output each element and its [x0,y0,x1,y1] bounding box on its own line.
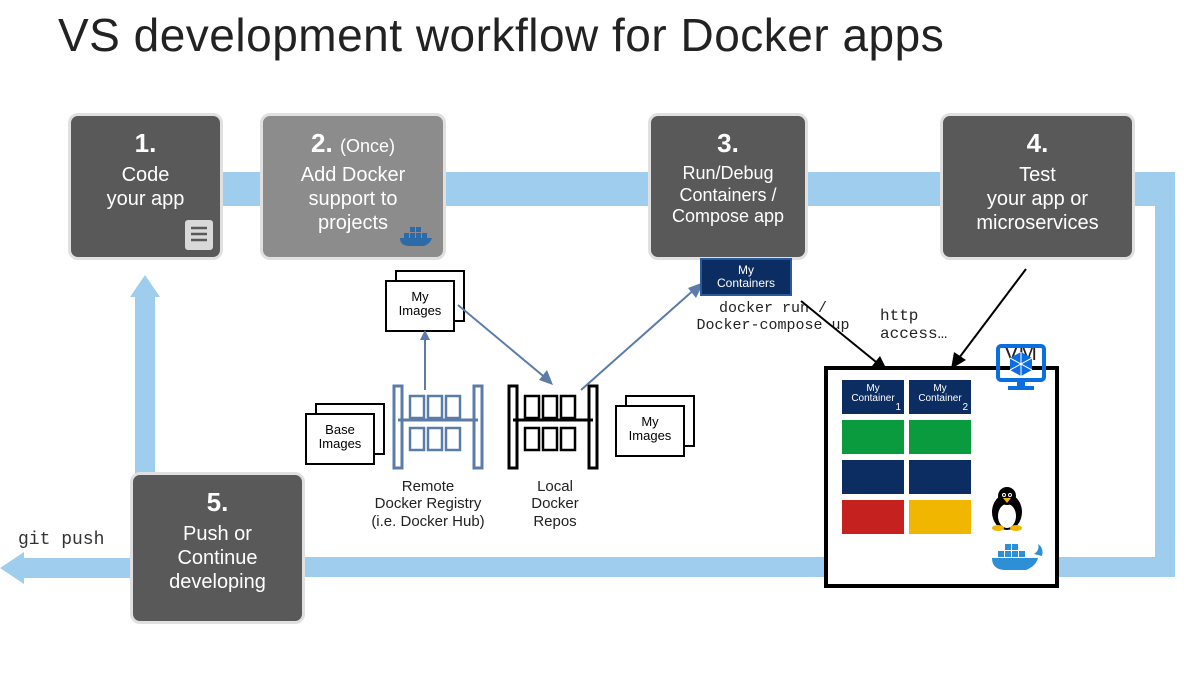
step-5-number: 5. [141,487,294,518]
arrow-local-to-containers [576,280,716,400]
step-5-push: 5. Push or Continue developing [130,472,305,624]
linux-penguin-icon [982,484,1032,534]
step-4-text: Testyour app or microservices [951,163,1124,235]
docker-icon [396,220,438,252]
diagram-title: VS development workflow for Docker apps [58,8,944,62]
vm-container-navy-3 [842,460,904,494]
step-1-text: Codeyour app [79,163,212,211]
vm-container-2-label: MyContainer [909,380,971,404]
arrow-up-loop [130,275,160,485]
vm-monitor-icon [994,342,1048,394]
git-push-label: git push [18,530,104,550]
step-2-number: 2. (Once) [271,128,435,159]
local-repos-label: LocalDockerRepos [510,478,600,530]
image-card-front: MyImages [385,280,455,332]
my-containers-label: MyContainers [702,264,790,290]
vm-container-stack: MyContainer 1 MyContainer 2 [833,374,973,538]
step-2-num-val: 2. [311,128,333,158]
image-card-front: MyImages [615,405,685,457]
vm-container-2-num: 2 [962,402,968,413]
remote-registry-label: RemoteDocker Registry(i.e. Docker Hub) [358,478,498,530]
vm-container-green-1 [842,420,904,454]
docker-whale-icon [988,536,1046,578]
my-containers-badge: MyContainers [700,258,792,296]
vm-container-2: MyContainer 2 [909,380,971,414]
step-3-text: Run/Debug Containers / Compose app [659,163,797,228]
step-1-code-app: 1. Codeyour app [68,113,223,260]
vm-container-red [842,500,904,534]
arrow-containers-to-vm [796,296,896,376]
step-2-note: (Once) [340,136,395,156]
vm-container-navy-4 [909,460,971,494]
image-card-front: BaseImages [305,413,375,465]
vm-container-1: MyContainer 1 [842,380,904,414]
vm-container-green-2 [909,420,971,454]
step-3-number: 3. [659,128,797,159]
vm-container-1-label: MyContainer [842,380,904,404]
step-2-add-docker: 2. (Once) Add Docker support to projects [260,113,446,260]
step-4-number: 4. [951,128,1124,159]
arrow-remote-to-images [415,330,435,400]
arrow-git-push [0,548,140,588]
step-4-test: 4. Testyour app or microservices [940,113,1135,260]
arrow-images-to-local [453,300,563,400]
step-5-text: Push or Continue developing [141,522,294,594]
step-3-run-debug: 3. Run/Debug Containers / Compose app [648,113,808,260]
flow-band-right [1155,172,1175,577]
step-1-number: 1. [79,128,212,159]
document-icon [183,218,215,252]
vm-container-yellow [909,500,971,534]
vm-container-1-num: 1 [895,402,901,413]
